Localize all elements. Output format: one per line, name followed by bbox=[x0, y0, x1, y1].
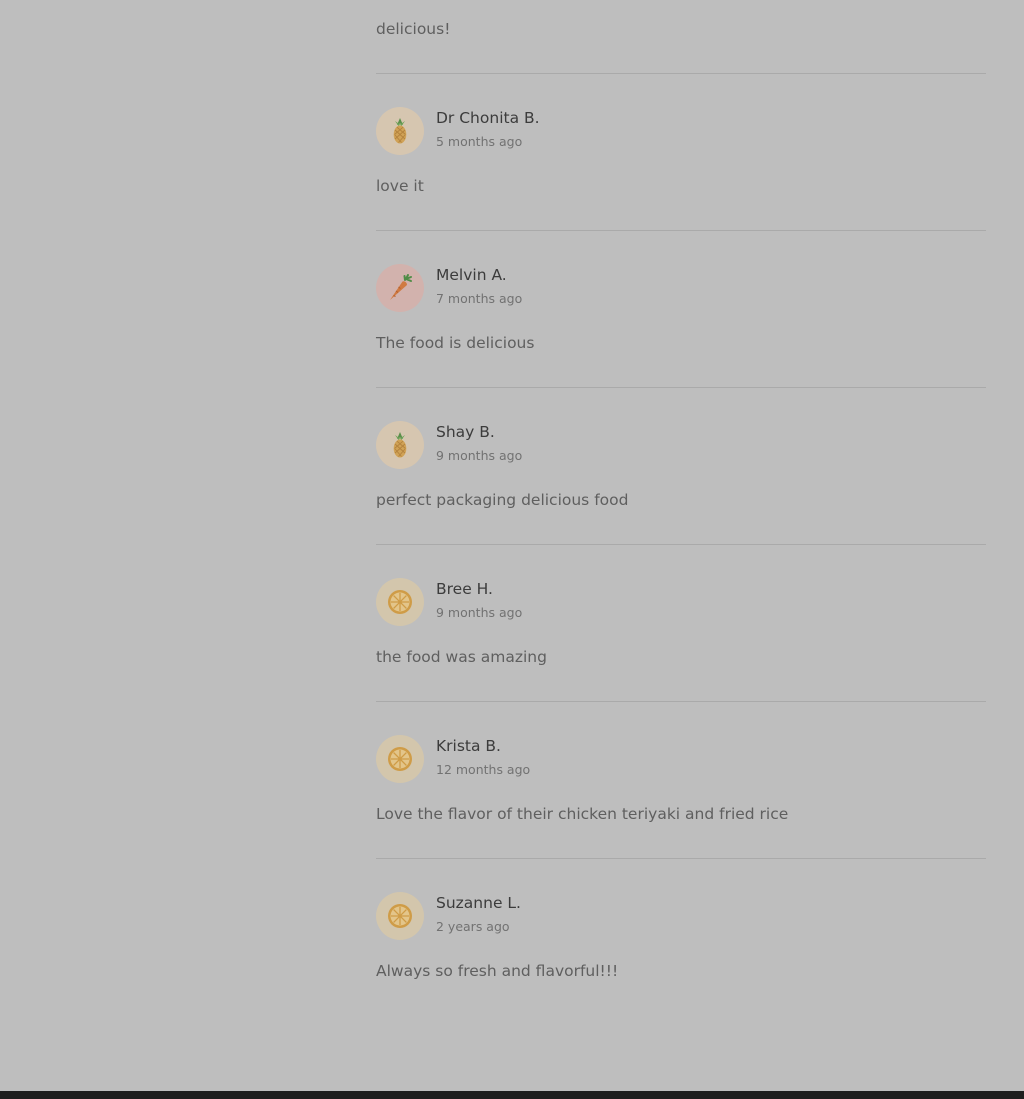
review-item: Krista B. 12 months ago Love the flavor … bbox=[376, 701, 986, 859]
avatar bbox=[376, 735, 424, 783]
review-item: Dr Chonita B. 5 months ago love it bbox=[376, 73, 986, 231]
review-text: perfect packaging delicious food bbox=[376, 491, 629, 509]
pineapple-icon bbox=[385, 430, 415, 460]
review-item: Bree H. 9 months ago the food was amazin… bbox=[376, 544, 986, 702]
footer-bar bbox=[0, 1091, 1024, 1099]
avatar bbox=[376, 107, 424, 155]
review-text: The food is delicious bbox=[376, 334, 535, 352]
review-text: delicious! bbox=[376, 20, 451, 38]
review-text: Love the flavor of their chicken teriyak… bbox=[376, 805, 789, 823]
reviewer-name: Krista B. bbox=[436, 737, 501, 755]
lemon-slice-icon bbox=[385, 901, 415, 931]
review-time: 12 months ago bbox=[436, 762, 531, 777]
review-text: Always so fresh and flavorful!!! bbox=[376, 962, 619, 980]
avatar bbox=[376, 264, 424, 312]
review-time: 9 months ago bbox=[436, 605, 523, 620]
lemon-slice-icon bbox=[385, 587, 415, 617]
review-item: Melvin A. 7 months ago The food is delic… bbox=[376, 230, 986, 388]
review-time: 7 months ago bbox=[436, 291, 523, 306]
avatar bbox=[376, 421, 424, 469]
review-text: love it bbox=[376, 177, 424, 195]
pineapple-icon bbox=[385, 116, 415, 146]
carrot-icon bbox=[385, 273, 415, 303]
reviewer-name: Shay B. bbox=[436, 423, 495, 441]
reviewer-name: Suzanne L. bbox=[436, 894, 521, 912]
avatar bbox=[376, 578, 424, 626]
review-text: the food was amazing bbox=[376, 648, 547, 666]
review-item: Shay B. 9 months ago perfect packaging d… bbox=[376, 387, 986, 545]
lemon-slice-icon bbox=[385, 744, 415, 774]
review-time: 5 months ago bbox=[436, 134, 523, 149]
reviewer-name: Melvin A. bbox=[436, 266, 507, 284]
review-time: 2 years ago bbox=[436, 919, 510, 934]
avatar bbox=[376, 892, 424, 940]
reviewer-name: Dr Chonita B. bbox=[436, 109, 540, 127]
review-time: 9 months ago bbox=[436, 448, 523, 463]
reviewer-name: Bree H. bbox=[436, 580, 493, 598]
review-item: Suzanne L. 2 years ago Always so fresh a… bbox=[376, 858, 986, 1016]
